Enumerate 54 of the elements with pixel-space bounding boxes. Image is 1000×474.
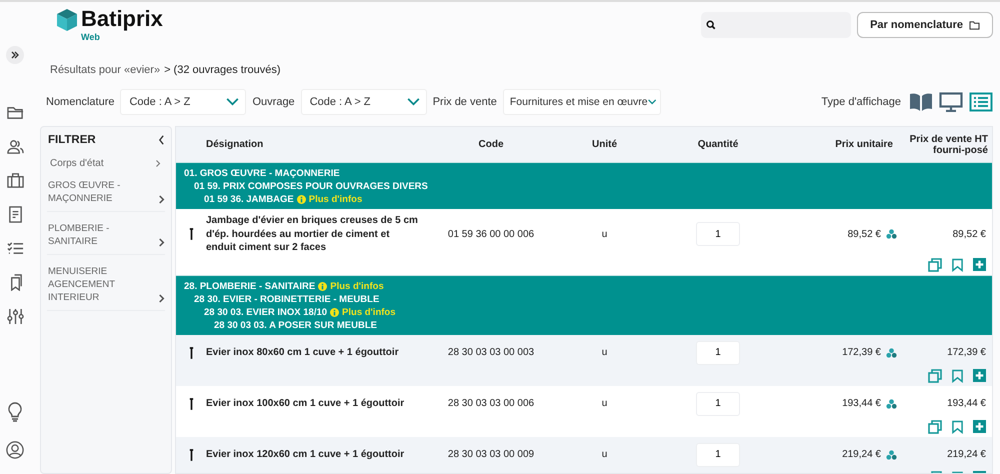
column-header: Code: [478, 139, 504, 150]
sort-dropdown[interactable]: Fournitures et mise en œuvre: [502, 89, 661, 115]
result-count: > (32 ouvrages trouvés): [164, 64, 281, 76]
group-title: 28 30 03. EVIER INOX 18/10: [204, 306, 328, 318]
unit-cell-text: u: [600, 398, 608, 409]
group-title: 01 59. PRIX COMPOSES POUR OUVRAGES DIVERS: [194, 180, 428, 193]
sort-dropdown[interactable]: Code : A > Z: [120, 89, 246, 115]
designation-cell-text: Evier inox 120x60 cm 1 cuve + 1 égouttoir: [206, 448, 406, 462]
column-header: Quantité: [696, 139, 740, 150]
group-title: 01. GROS ŒUVRE - MAÇONNERIE: [184, 167, 340, 180]
filter-item[interactable]: PLOMBERIE - SANITAIRE: [47, 212, 165, 255]
group-title: 28 30 03 03. A POSER SUR MEUBLE: [214, 318, 377, 332]
code-cell-text: 01 59 36 00 00 006: [446, 228, 536, 240]
code-cell-text: 28 30 03 03 00 006: [446, 398, 536, 409]
total-price-cell-text: 89,52 €: [952, 228, 986, 240]
group-title: 28 30. EVIER - ROBINETTERIE - MEUBLE: [194, 292, 380, 306]
unit-cell-text: u: [600, 228, 608, 240]
group-title: 28. PLOMBERIE - SANITAIRE: [184, 280, 316, 292]
column-header: Prix de vente HT fourni-posé: [908, 134, 989, 156]
unit-price-cell: 219,24 €: [842, 449, 881, 460]
breadcrumb-link[interactable]: Résultats pour «evier»: [50, 64, 160, 76]
unit-price-cell: 89,52 €: [848, 228, 881, 240]
filter-item[interactable]: GROS ŒUVRE - MAÇONNERIE: [47, 169, 165, 212]
filter-label: Nomenclature: [46, 96, 114, 108]
filter-label: Prix de vente: [432, 96, 497, 108]
logo-subtitle: Web: [81, 32, 101, 42]
unit-price-cell: 193,44 €: [842, 398, 881, 409]
designation-cell-text: Evier inox 100x60 cm 1 cuve + 1 égouttoir: [206, 396, 406, 410]
column-header: Prix unitaire: [834, 139, 894, 150]
filter-label: Ouvrage: [252, 96, 295, 108]
display-type-label: Type d'affichage: [821, 96, 901, 108]
unit-cell-text: u: [600, 347, 608, 358]
column-header: Désignation: [206, 139, 264, 150]
sort-dropdown[interactable]: Code : A > Z: [300, 89, 427, 115]
unit-cell-text: u: [600, 449, 608, 460]
designation-cell-text: Evier inox 80x60 cm 1 cuve + 1 égouttoir: [206, 346, 400, 360]
quantity-field[interactable]: 1: [696, 442, 740, 466]
quantity-field[interactable]: 1: [696, 222, 740, 246]
code-cell-text: 28 30 03 03 00 003: [446, 347, 536, 358]
nomenclature-button[interactable]: Par nomenclature: [857, 12, 993, 38]
total-price-cell-text: 193,44 €: [946, 398, 986, 409]
total-price-cell-text: 172,39 €: [946, 347, 986, 358]
filter-heading: Corps d'état: [50, 158, 104, 169]
group-title: 01 59 36. JAMBAGE: [204, 193, 294, 206]
column-header: Unité: [591, 139, 618, 150]
logo-text: Batiprix: [81, 6, 163, 32]
designation-cell-text: Jambage d'évier en briques creuses de 5 cm d'ép. hourdées au mortier de ciment et enduit ciment sur 2 faces: [206, 214, 419, 254]
code-cell-text: 28 30 03 03 00 009: [446, 449, 536, 460]
filter-item[interactable]: MENUISERIE AGENCEMENT INTERIEUR: [47, 255, 165, 311]
quantity-field[interactable]: 1: [696, 340, 740, 364]
unit-price-cell: 172,39 €: [842, 347, 881, 358]
quantity-field[interactable]: 1: [696, 392, 740, 416]
total-price-cell-text: 219,24 €: [946, 449, 986, 460]
filter-title: FILTRER: [48, 134, 96, 146]
